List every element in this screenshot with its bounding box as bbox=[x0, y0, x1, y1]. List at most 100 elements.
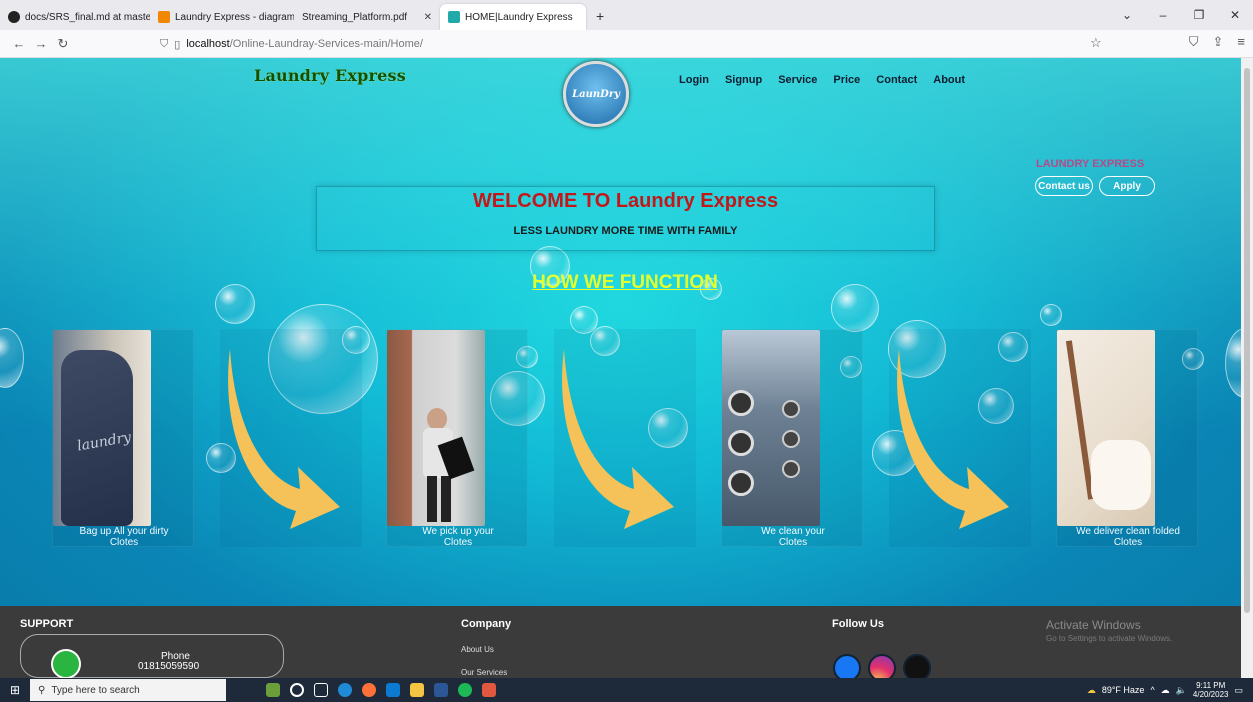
url-path: /Online-Laundray-Services-main/Home/ bbox=[229, 38, 423, 50]
network-icon[interactable]: ☁ bbox=[1161, 685, 1170, 696]
step-caption: We clean your Clotes bbox=[761, 526, 825, 548]
chevron-up-icon[interactable]: ^ bbox=[1150, 685, 1154, 695]
main-menu: Login Signup Service Price Contact About bbox=[679, 74, 965, 86]
close-window-button[interactable]: ✕ bbox=[1217, 8, 1253, 22]
forward-icon[interactable]: → bbox=[30, 36, 52, 51]
address-bar[interactable]: ⛉ ▯ localhost/Online-Laundray-Services-m… bbox=[160, 33, 1100, 55]
follow-us-heading: Follow Us bbox=[832, 618, 884, 630]
toolbar-icons: ⛉ ⇪ ≡ bbox=[1189, 34, 1245, 50]
logo-text: LaunDry bbox=[572, 88, 620, 100]
search-placeholder: Type here to search bbox=[51, 684, 140, 696]
footer-link-about-us[interactable]: About Us bbox=[461, 645, 494, 654]
scrollbar-thumb[interactable] bbox=[1244, 68, 1250, 613]
tab-pdf[interactable]: Streaming_Platform.pdf ✕ bbox=[294, 4, 440, 30]
tab-title: docs/SRS_final.md at master · F bbox=[25, 11, 150, 23]
mail-icon[interactable] bbox=[386, 683, 400, 697]
footer-link-our-services[interactable]: Our Services bbox=[461, 668, 507, 677]
bubble-decoration bbox=[1040, 304, 1062, 326]
arrow-card bbox=[220, 329, 362, 547]
widget-icon[interactable] bbox=[266, 683, 280, 697]
new-tab-button[interactable]: + bbox=[586, 4, 614, 30]
windows-taskbar: ⊞ ⚲ Type here to search ☁ 89°F Haze ^ ☁ … bbox=[0, 678, 1253, 702]
firefox-icon[interactable] bbox=[362, 683, 376, 697]
step-card-deliver: We deliver clean folded Clotes bbox=[1056, 329, 1198, 548]
page-scrollbar[interactable] bbox=[1241, 58, 1253, 678]
menu-price[interactable]: Price bbox=[833, 74, 860, 86]
page-icon: ▯ bbox=[174, 38, 181, 51]
tab-github[interactable]: docs/SRS_final.md at master · F ✕ bbox=[0, 4, 150, 30]
weather-icon: ☁ bbox=[1086, 684, 1096, 695]
taskbar-search[interactable]: ⚲ Type here to search bbox=[30, 679, 226, 701]
browser-nav-bar: ← → ↻ ⛉ ▯ localhost/Online-Laundray-Serv… bbox=[0, 30, 1253, 58]
instagram-icon[interactable] bbox=[868, 654, 896, 678]
bookmark-star-icon[interactable]: ☆ bbox=[1090, 35, 1102, 51]
share-icon[interactable]: ⇪ bbox=[1213, 34, 1224, 50]
site-brand-title[interactable]: Laundry Express bbox=[254, 66, 406, 85]
menu-contact[interactable]: Contact bbox=[876, 74, 917, 86]
browser-tab-bar: docs/SRS_final.md at master · F ✕ Laundr… bbox=[0, 0, 1253, 30]
welcome-box: WELCOME TO Laundry Express LESS LAUNDRY … bbox=[316, 186, 935, 251]
site-logo[interactable]: LaunDry bbox=[563, 61, 629, 127]
step-card-clean: We clean your Clotes bbox=[721, 329, 863, 548]
phone-contact-card[interactable]: Phone 01815059590 bbox=[20, 634, 284, 678]
notification-icon[interactable]: ▭ bbox=[1234, 685, 1243, 696]
tab-diagrams[interactable]: Laundry Express - diagrams.net ✕ bbox=[150, 4, 294, 30]
cortana-icon[interactable] bbox=[290, 683, 304, 697]
curved-arrow-icon bbox=[228, 349, 340, 529]
close-icon[interactable]: ✕ bbox=[416, 12, 432, 23]
github-icon[interactable] bbox=[903, 654, 931, 678]
washing-machines-image bbox=[722, 330, 820, 526]
support-heading: SUPPORT bbox=[20, 618, 74, 630]
menu-about[interactable]: About bbox=[933, 74, 965, 86]
maximize-button[interactable]: ❐ bbox=[1181, 8, 1217, 22]
whatsapp-icon bbox=[51, 649, 81, 678]
step-caption: We pick up your Clotes bbox=[422, 526, 494, 548]
pickup-person-image bbox=[387, 330, 485, 526]
welcome-title: WELCOME TO Laundry Express bbox=[472, 190, 779, 212]
tab-title: Laundry Express - diagrams.net bbox=[175, 11, 294, 23]
app-icon[interactable] bbox=[482, 683, 496, 697]
folded-clothes-image bbox=[1057, 330, 1155, 526]
file-explorer-icon[interactable] bbox=[410, 683, 424, 697]
arrow-card bbox=[889, 329, 1031, 547]
reload-icon[interactable]: ↻ bbox=[52, 36, 74, 52]
welcome-subtitle: LESS LAUNDRY MORE TIME WITH FAMILY bbox=[513, 225, 738, 237]
page-content: Laundry Express LaunDry Login Signup Ser… bbox=[0, 58, 1241, 678]
facebook-icon[interactable] bbox=[833, 654, 861, 678]
curved-arrow-icon bbox=[562, 349, 674, 529]
spotify-icon[interactable] bbox=[458, 683, 472, 697]
window-controls: ⌄ – ❐ ✕ bbox=[1109, 0, 1253, 30]
menu-signup[interactable]: Signup bbox=[725, 74, 762, 86]
how-we-function-heading[interactable]: HOW WE FUNCTION bbox=[0, 272, 1241, 294]
minimize-button[interactable]: – bbox=[1145, 8, 1181, 22]
windows-start-icon[interactable]: ⊞ bbox=[0, 683, 30, 697]
volume-icon[interactable]: 🔈 bbox=[1176, 685, 1187, 696]
shield-icon: ⛉ bbox=[160, 37, 169, 50]
apply-button[interactable]: Apply bbox=[1099, 176, 1155, 196]
site-footer: SUPPORT Phone 01815059590 Company About … bbox=[0, 606, 1241, 678]
phone-number: 01815059590 bbox=[138, 661, 200, 672]
pocket-icon[interactable]: ⛉ bbox=[1189, 34, 1199, 50]
activate-windows-title: Activate Windows bbox=[1046, 618, 1141, 632]
company-heading: Company bbox=[461, 618, 512, 630]
edge-icon[interactable] bbox=[338, 683, 352, 697]
diagrams-icon bbox=[158, 11, 170, 23]
weather-text[interactable]: 89°F Haze bbox=[1102, 685, 1145, 695]
step-card-bag-up: laundry Bag up All your dirty Clotes bbox=[52, 329, 194, 548]
search-icon: ⚲ bbox=[38, 684, 46, 696]
back-icon[interactable]: ← bbox=[8, 36, 30, 51]
tab-home-laundry[interactable]: HOME|Laundry Express ✕ bbox=[440, 4, 586, 30]
url-host: localhost bbox=[186, 38, 230, 50]
step-caption: Bag up All your dirty Clotes bbox=[79, 526, 169, 548]
arrow-card bbox=[554, 329, 696, 547]
tab-list-icon[interactable]: ⌄ bbox=[1109, 8, 1145, 22]
close-icon[interactable]: ✕ bbox=[578, 12, 587, 23]
contact-us-button[interactable]: Contact us bbox=[1035, 176, 1093, 196]
task-view-icon[interactable] bbox=[314, 683, 328, 697]
menu-login[interactable]: Login bbox=[679, 74, 709, 86]
clock[interactable]: 9:11 PM 4/20/2023 bbox=[1193, 681, 1229, 699]
curved-arrow-icon bbox=[897, 349, 1009, 529]
menu-icon[interactable]: ≡ bbox=[1237, 34, 1245, 50]
menu-service[interactable]: Service bbox=[778, 74, 817, 86]
word-icon[interactable] bbox=[434, 683, 448, 697]
